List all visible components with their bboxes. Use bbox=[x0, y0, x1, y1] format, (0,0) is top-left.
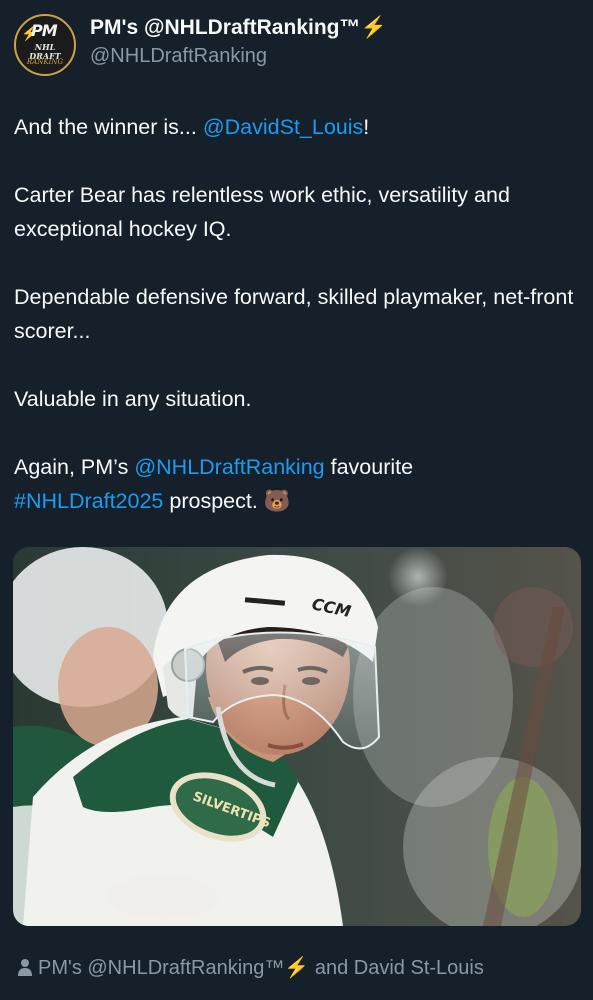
author-avatar[interactable]: ⚡ PM NHL DRAFT RANKING bbox=[14, 14, 76, 76]
tweet-header: ⚡ PM NHL DRAFT RANKING PM's @NHLDraftRan… bbox=[14, 12, 579, 76]
avatar-logo-subtext-2: RANKING bbox=[26, 58, 64, 66]
avatar-logo-text: PM bbox=[31, 21, 58, 40]
tweet-paragraph-5: Again, PM’s @NHLDraftRanking favourite #N… bbox=[14, 450, 579, 519]
hashtag-link-nhldraft2025[interactable]: #NHLDraft2025 bbox=[14, 489, 163, 513]
tweet-body: And the winner is... @DavidSt_Louis! Car… bbox=[14, 110, 579, 519]
tweet-paragraph-4: Valuable in any situation. bbox=[14, 387, 252, 411]
tagged-user-1[interactable]: PM's @NHLDraftRanking™ bbox=[38, 957, 284, 979]
tagged-user-2[interactable]: David St-Louis bbox=[354, 957, 484, 979]
tagged-users[interactable]: PM's @NHLDraftRanking™⚡ and David St-Lou… bbox=[18, 955, 484, 980]
mention-link-nhldraftranking[interactable]: @NHLDraftRanking bbox=[134, 455, 324, 479]
author-display-name-text: PM's @NHLDraftRanking™ bbox=[90, 16, 361, 39]
mention-link-davidst-louis[interactable]: @DavidSt_Louis bbox=[203, 115, 363, 139]
author-handle[interactable]: @NHLDraftRanking bbox=[90, 45, 267, 68]
bear-emoji-icon: 🐻 bbox=[263, 489, 291, 514]
tweet-text-fragment: And the winner is... bbox=[14, 115, 203, 139]
tagged-connector: and bbox=[309, 957, 354, 979]
lightning-bolt-icon: ⚡ bbox=[284, 957, 310, 979]
author-display-name[interactable]: PM's @NHLDraftRanking™⚡ bbox=[90, 16, 387, 40]
lightning-bolt-icon: ⚡ bbox=[360, 16, 387, 39]
tweet-text-fragment: favourite bbox=[324, 455, 414, 479]
tweet-photo[interactable]: SILVERTIPS CCM bbox=[13, 547, 581, 926]
tweet-text-fragment: ! bbox=[363, 115, 370, 139]
person-icon bbox=[18, 959, 32, 976]
hockey-player-photo-illustration: SILVERTIPS CCM bbox=[13, 547, 581, 926]
tweet-paragraph-3: Dependable defensive forward, skilled pl… bbox=[14, 285, 574, 343]
tweet-paragraph-2: Carter Bear has relentless work ethic, v… bbox=[14, 183, 510, 241]
tweet-text-fragment: prospect. bbox=[163, 489, 264, 513]
tweet-text-fragment: Again, PM’s bbox=[14, 455, 135, 479]
tweet-paragraph-1: And the winner is... @DavidSt_Louis! bbox=[14, 110, 579, 144]
